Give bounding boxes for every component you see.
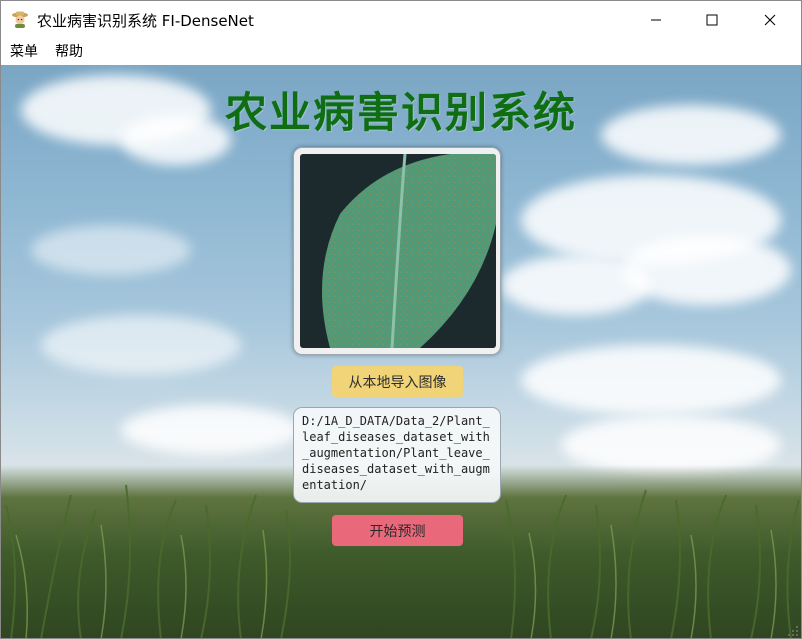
leaf-preview-image <box>300 154 496 348</box>
main-panel: 农业病害识别系统 从本地导入图像 D:/1A_D_DATA/Data_2/Pla… <box>1 65 801 638</box>
farmer-avatar-icon <box>12 11 28 28</box>
import-image-button[interactable]: 从本地导入图像 <box>332 366 463 397</box>
app-window: 农业病害识别系统 FI-DenseNet 菜单 帮助 农业病害识别系统 从本地导… <box>0 0 802 639</box>
file-path-display[interactable]: D:/1A_D_DATA/Data_2/Plant_leaf_diseases_… <box>293 407 501 503</box>
maximize-icon <box>706 14 718 26</box>
title-bar[interactable]: 农业病害识别系统 FI-DenseNet <box>1 1 801 39</box>
start-predict-button[interactable]: 开始预测 <box>332 515 463 546</box>
close-icon <box>764 14 776 26</box>
resize-grip-icon[interactable] <box>787 625 799 637</box>
minimize-button[interactable] <box>633 1 679 39</box>
menu-item-menu[interactable]: 菜单 <box>2 39 46 65</box>
menu-item-help[interactable]: 帮助 <box>47 39 91 65</box>
close-button[interactable] <box>747 1 793 39</box>
minimize-icon <box>651 19 661 21</box>
app-heading: 农业病害识别系统 <box>224 88 577 137</box>
window-title: 农业病害识别系统 FI-DenseNet <box>37 12 254 30</box>
menu-bar: 菜单 帮助 <box>1 39 801 65</box>
maximize-button[interactable] <box>689 1 735 39</box>
image-preview-frame <box>293 147 501 355</box>
